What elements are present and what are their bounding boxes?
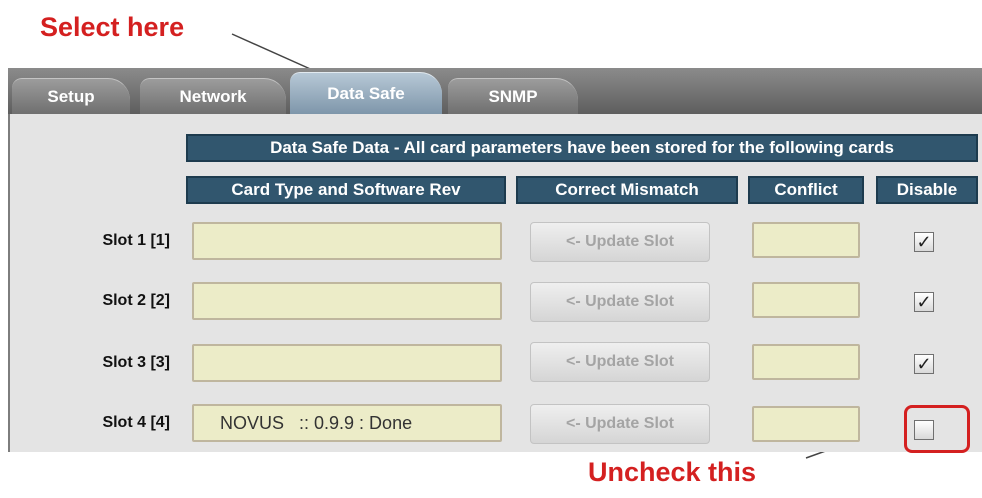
slot-label: Slot 2 [2] <box>102 292 170 309</box>
checkmark-icon: ✓ <box>916 292 932 312</box>
disable-checkbox[interactable]: ✓ <box>914 354 934 374</box>
slot-label: Slot 3 [3] <box>102 354 170 371</box>
tab-data-safe[interactable]: Data Safe <box>290 72 442 114</box>
conflict-field[interactable] <box>752 222 860 258</box>
checkmark-icon: ✓ <box>916 354 932 374</box>
slot-label: Slot 1 [1] <box>102 232 170 249</box>
card-type-field[interactable]: NOVUS :: 0.9.9 : Done <box>192 404 502 442</box>
update-slot-button[interactable]: <- Update Slot <box>530 222 710 262</box>
column-header-card-type: Card Type and Software Rev <box>186 176 506 204</box>
tab-snmp[interactable]: SNMP <box>448 78 578 114</box>
tab-setup[interactable]: Setup <box>12 78 130 114</box>
data-safe-banner: Data Safe Data - All card parameters hav… <box>186 134 978 162</box>
conflict-field[interactable] <box>752 344 860 380</box>
checkmark-icon: ✓ <box>916 232 932 252</box>
conflict-field[interactable] <box>752 282 860 318</box>
column-header-correct-mismatch: Correct Mismatch <box>516 176 738 204</box>
conflict-field[interactable] <box>752 406 860 442</box>
card-type-field[interactable] <box>192 282 502 320</box>
annotation-select-here: Select here <box>40 12 185 42</box>
slot-label: Slot 4 [4] <box>102 414 170 431</box>
card-type-field[interactable] <box>192 344 502 382</box>
update-slot-button[interactable]: <- Update Slot <box>530 404 710 444</box>
tab-bar: Setup Network Data Safe SNMP <box>8 68 982 114</box>
update-slot-button[interactable]: <- Update Slot <box>530 342 710 382</box>
disable-checkbox[interactable]: ✓ <box>914 232 934 252</box>
card-type-field[interactable] <box>192 222 502 260</box>
update-slot-button[interactable]: <- Update Slot <box>530 282 710 322</box>
highlight-box <box>904 405 970 453</box>
column-header-conflict: Conflict <box>748 176 864 204</box>
column-header-disable: Disable <box>876 176 978 204</box>
annotation-uncheck-this: Uncheck this <box>588 457 757 487</box>
tab-network[interactable]: Network <box>140 78 286 114</box>
disable-checkbox[interactable]: ✓ <box>914 292 934 312</box>
